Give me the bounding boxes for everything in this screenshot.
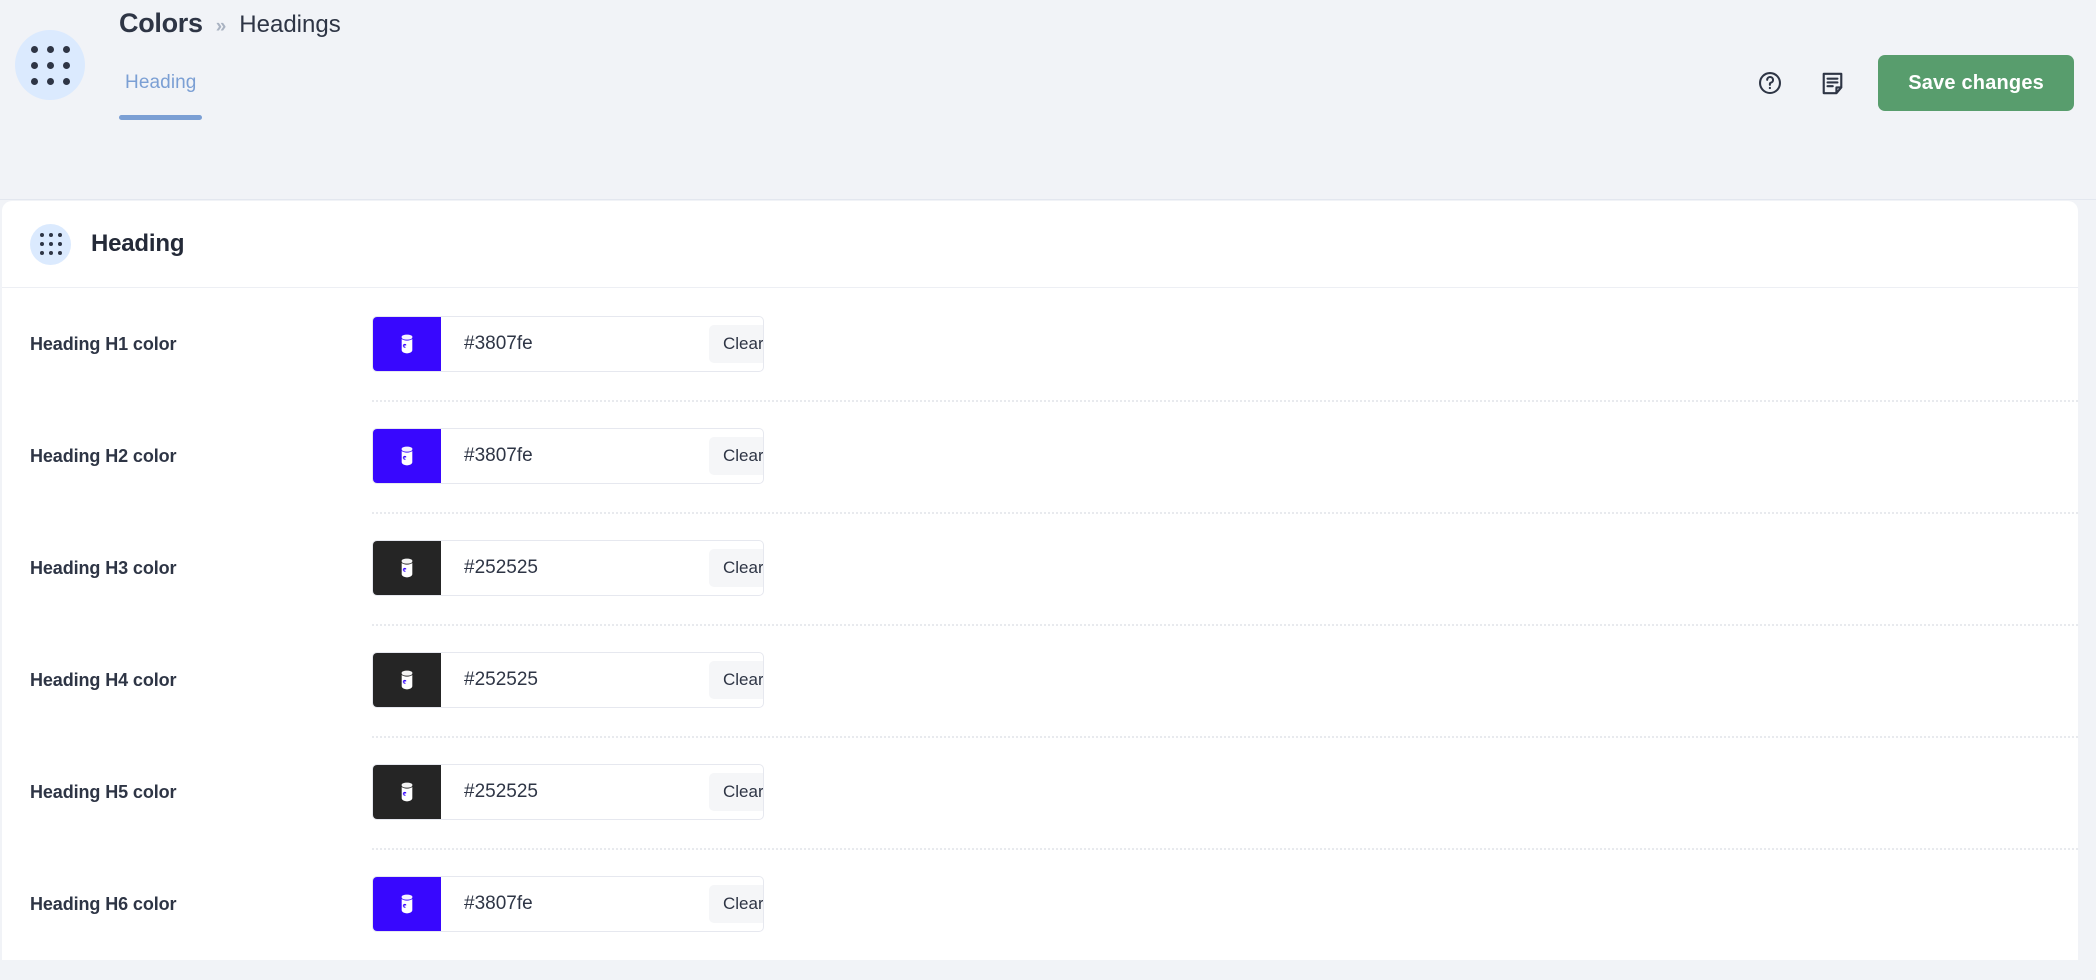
color-field: Clear [372,764,764,820]
paint-bucket-icon [401,558,413,578]
color-swatch-button[interactable] [373,765,441,819]
card-header-icon-wrap [30,223,71,265]
breadcrumb-root[interactable]: Colors [119,8,203,39]
breadcrumb-separator-icon: » [215,16,227,37]
color-value-input[interactable] [441,653,709,707]
color-value-input[interactable] [441,317,709,371]
color-swatch-button[interactable] [373,317,441,371]
card-title: Heading [91,230,185,257]
paint-bucket-icon [401,446,413,466]
color-value-input[interactable] [441,541,709,595]
header-actions: Save changes [1754,55,2074,111]
color-row: Heading H3 color Clear [2,512,2078,624]
color-row-label: Heading H1 color [30,333,177,354]
tab-heading[interactable]: Heading [119,62,203,120]
tab-bar: Heading [119,62,203,120]
breadcrumb-current: Headings [239,11,341,38]
color-row-label: Heading H5 color [30,781,177,802]
color-swatch-button[interactable] [373,541,441,595]
color-field: Clear [372,652,764,708]
color-row: Heading H2 color Clear [2,400,2078,512]
save-changes-button[interactable]: Save changes [1878,55,2074,111]
color-swatch-button[interactable] [373,653,441,707]
headings-colors-card: Heading Heading H1 color Clear Heading H… [2,201,2078,960]
paint-bucket-icon [401,782,413,802]
color-field: Clear [372,316,764,372]
question-circle-icon [1759,72,1782,94]
color-row-label: Heading H4 color [30,669,177,690]
color-swatch-button[interactable] [373,877,441,931]
grid-dots-icon [30,45,70,85]
color-rows-list: Heading H1 color Clear Heading H2 color … [2,288,2078,960]
document-note-icon [1822,72,1843,94]
notes-button[interactable] [1816,67,1848,99]
color-row: Heading H6 color Clear [2,848,2078,960]
breadcrumb: Colors » Headings [119,8,341,48]
clear-color-button[interactable]: Clear [709,661,763,699]
color-row: Heading H1 color Clear [2,288,2078,400]
color-row: Heading H4 color Clear [2,624,2078,736]
color-value-input[interactable] [441,765,709,819]
clear-color-button[interactable]: Clear [709,437,763,475]
color-field: Clear [372,876,764,932]
top-header-bar: Colors » Headings Heading Save changes [0,0,2096,200]
app-launcher-button[interactable] [15,30,85,100]
color-value-input[interactable] [441,429,709,483]
color-row: Heading H5 color Clear [2,736,2078,848]
clear-color-button[interactable]: Clear [709,325,763,363]
grid-dots-icon [39,233,62,255]
paint-bucket-icon [401,894,413,914]
clear-color-button[interactable]: Clear [709,773,763,811]
paint-bucket-icon [401,670,413,690]
color-field: Clear [372,540,764,596]
clear-color-button[interactable]: Clear [709,885,763,923]
tab-heading-label: Heading [125,72,197,93]
color-row-label: Heading H6 color [30,893,177,914]
help-button[interactable] [1754,67,1786,99]
color-swatch-button[interactable] [373,429,441,483]
color-row-label: Heading H2 color [30,445,177,466]
color-field: Clear [372,428,764,484]
paint-bucket-icon [401,334,413,354]
clear-color-button[interactable]: Clear [709,549,763,587]
color-row-label: Heading H3 color [30,557,177,578]
color-value-input[interactable] [441,877,709,931]
card-header: Heading [2,201,2078,288]
